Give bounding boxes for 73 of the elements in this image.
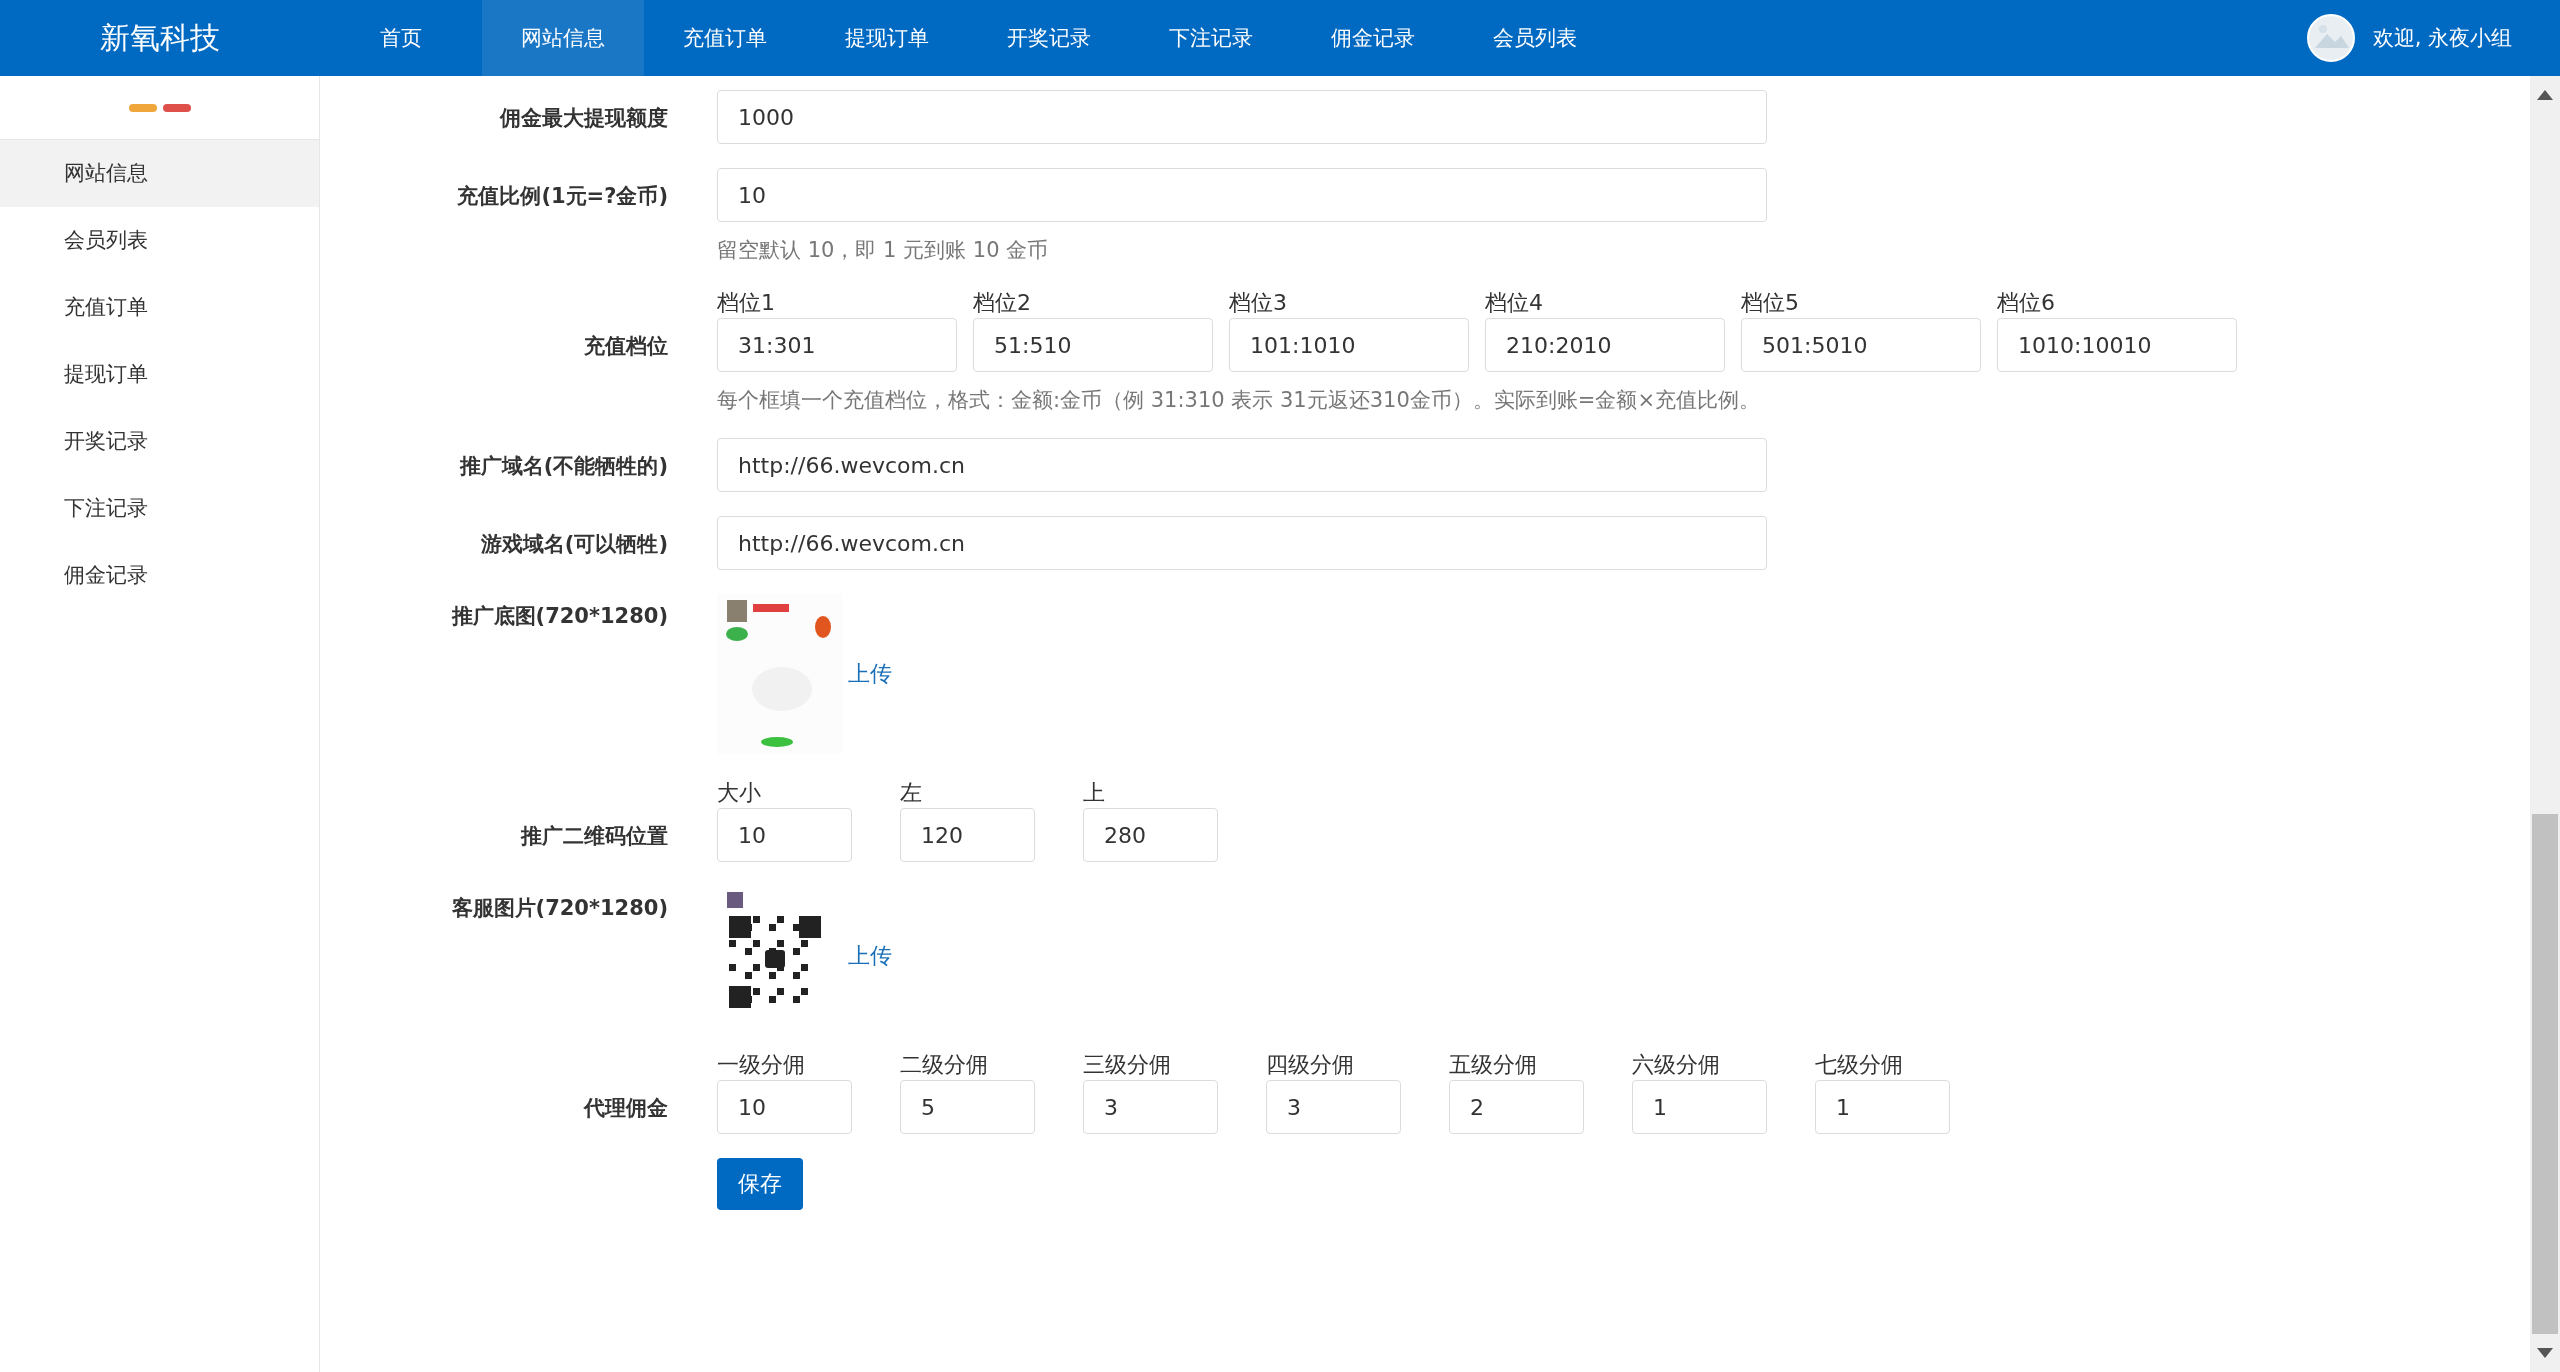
- text-field[interactable]: 1010:10010: [1997, 318, 2237, 372]
- input-label: 档位5: [1741, 289, 1800, 317]
- text-field[interactable]: 31:301: [717, 318, 957, 372]
- sidebar-item[interactable]: 开奖记录: [0, 408, 319, 475]
- input-label: 档位6: [1997, 289, 2056, 317]
- nav-tab[interactable]: 佣金记录: [1292, 0, 1454, 76]
- nav-tab[interactable]: 开奖记录: [968, 0, 1130, 76]
- text-field[interactable]: 210:2010: [1485, 318, 1725, 372]
- hint-text: 留空默认 10，即 1 元到账 10 金币: [717, 237, 1050, 264]
- field-label: 充值档位: [583, 333, 668, 360]
- sidebar-item[interactable]: 下注记录: [0, 475, 319, 542]
- nav-tab[interactable]: 网站信息: [482, 0, 644, 76]
- text-field[interactable]: 1000: [717, 90, 1767, 144]
- text-field[interactable]: http://66.wevcom.cn: [717, 516, 1767, 570]
- text-field[interactable]: 2: [1449, 1080, 1584, 1134]
- field-label: 代理佣金: [582, 1095, 668, 1122]
- field-label: 充值比例(1元=?金币): [456, 183, 668, 210]
- text-field[interactable]: 10: [717, 808, 852, 862]
- logo[interactable]: 新氧科技: [0, 17, 320, 59]
- field-label: 佣金最大提现额度: [498, 105, 668, 132]
- text-field[interactable]: 280: [1083, 808, 1218, 862]
- field-label: 推广底图(720*1280): [450, 603, 668, 630]
- input-label: 五级分佣: [1449, 1051, 1538, 1079]
- upload-link[interactable]: 上传: [848, 659, 892, 689]
- text-field[interactable]: 1: [1632, 1080, 1767, 1134]
- color-bars-icon: [128, 103, 191, 112]
- input-label: 左: [900, 779, 923, 807]
- input-label: 三级分佣: [1083, 1051, 1172, 1079]
- upload-link[interactable]: 上传: [848, 941, 892, 971]
- input-label: 档位4: [1485, 289, 1544, 317]
- scroll-down-icon[interactable]: [2537, 1348, 2553, 1358]
- text-field[interactable]: 1: [1815, 1080, 1950, 1134]
- field-label: 客服图片(720*1280): [450, 895, 668, 922]
- field-label: 游戏域名(可以牺牲): [479, 531, 668, 558]
- input-label: 上: [1083, 779, 1106, 807]
- text-field[interactable]: http://66.wevcom.cn: [717, 438, 1767, 492]
- welcome-text: 欢迎, 永夜小组: [2372, 25, 2512, 52]
- scrollbar[interactable]: [2530, 76, 2560, 1372]
- field-label: 推广二维码位置: [519, 823, 668, 850]
- nav-tab[interactable]: 充值订单: [644, 0, 806, 76]
- text-field[interactable]: 101:1010: [1229, 318, 1469, 372]
- input-label: 档位1: [717, 289, 776, 317]
- nav-tab[interactable]: 会员列表: [1454, 0, 1616, 76]
- nav-tab[interactable]: 下注记录: [1130, 0, 1292, 76]
- scroll-up-icon[interactable]: [2537, 90, 2553, 100]
- text-field[interactable]: 501:5010: [1741, 318, 1981, 372]
- save-button[interactable]: 保存: [717, 1158, 803, 1210]
- text-field[interactable]: 10: [717, 1080, 852, 1134]
- avatar-icon[interactable]: [2306, 14, 2355, 62]
- text-field[interactable]: 3: [1083, 1080, 1218, 1134]
- text-field[interactable]: 10: [717, 168, 1767, 222]
- scrollbar-thumb[interactable]: [2532, 814, 2558, 1334]
- sidebar-item[interactable]: 充值订单: [0, 274, 319, 341]
- text-field[interactable]: 3: [1266, 1080, 1401, 1134]
- input-label: 七级分佣: [1815, 1051, 1904, 1079]
- sidebar-item[interactable]: 佣金记录: [0, 542, 319, 609]
- text-field[interactable]: 51:510: [973, 318, 1213, 372]
- input-label: 六级分佣: [1632, 1051, 1721, 1079]
- sidebar-item[interactable]: 网站信息: [0, 140, 319, 207]
- input-label: 一级分佣: [717, 1051, 806, 1079]
- sidebar-item[interactable]: 提现订单: [0, 341, 319, 408]
- hint-text: 每个框填一个充值档位，格式：金额:金币（例 31:310 表示 31元返还310金币）。实际到账=金额×充值比例。: [717, 387, 1761, 414]
- sidebar-item[interactable]: 会员列表: [0, 207, 319, 274]
- input-label: 二级分佣: [900, 1051, 989, 1079]
- input-label: 档位3: [1229, 289, 1288, 317]
- text-field[interactable]: 5: [900, 1080, 1035, 1134]
- input-label: 档位2: [973, 289, 1032, 317]
- nav-tab[interactable]: 首页: [320, 0, 482, 76]
- input-label: 大小: [717, 779, 762, 807]
- text-field[interactable]: 120: [900, 808, 1035, 862]
- nav-tab[interactable]: 提现订单: [806, 0, 968, 76]
- field-label: 推广域名(不能牺牲的): [458, 453, 668, 480]
- input-label: 四级分佣: [1266, 1051, 1355, 1079]
